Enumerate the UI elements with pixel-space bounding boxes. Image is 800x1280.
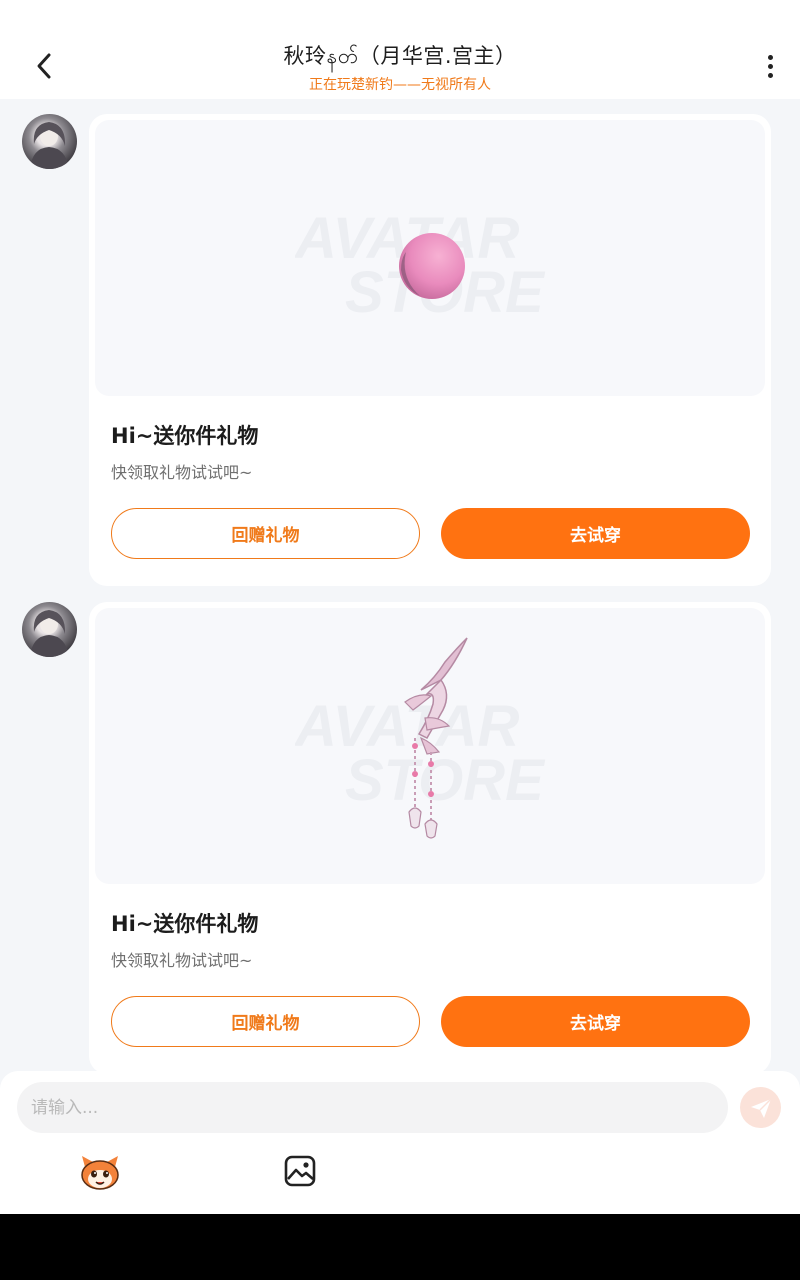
send-button[interactable] [740,1087,781,1128]
pink-sphere-icon [399,233,465,299]
gift-description: 快领取礼物试试吧~ [111,463,253,482]
gift-image[interactable]: AVATAR STORE [95,608,765,884]
avatar-image [30,610,69,657]
gift-description: 快领取礼物试试吧~ [111,951,253,970]
image-picker-button[interactable] [284,1155,316,1187]
gift-title: Hi~送你件礼物 [111,424,259,448]
more-vertical-icon [767,54,773,60]
gift-title: Hi~送你件礼物 [111,912,259,936]
gift-card: AVATAR STORE Hi~送你件礼物 快领取礼物试试 [89,114,771,586]
chat-status: 正在玩楚新钓——无视所有人 [309,77,491,93]
avatar-image [30,122,69,169]
chat-title: 秋玲နတ်（月华宫.宫主） [283,44,517,68]
gift-card: AVATAR STORE Hi~送你件礼物 快领取礼物试试吧~ 回赠礼物 去试穿 [89,602,771,1074]
paper-plane-icon [750,1097,772,1118]
message-input-bar [0,1071,800,1214]
try-on-button[interactable]: 去试穿 [441,996,750,1047]
return-gift-button[interactable]: 回赠礼物 [111,996,420,1047]
message-input[interactable] [17,1082,728,1133]
try-on-button[interactable]: 去试穿 [441,508,750,559]
return-gift-button[interactable]: 回赠礼物 [111,508,420,559]
gift-image[interactable]: AVATAR STORE [95,120,765,396]
chat-screen: 秋玲နတ်（月华宫.宫主） 正在玩楚新钓——无视所有人 AVATAR STORE [0,0,800,1214]
avatar[interactable] [22,602,77,657]
image-picker-icon [284,1155,316,1187]
mascot-emoji-icon [81,1156,119,1190]
avatar[interactable] [22,114,77,169]
emoji-button[interactable] [79,1153,121,1191]
chat-header: 秋玲နတ်（月华宫.宫主） 正在玩楚新钓——无视所有人 [0,0,800,99]
crystal-hairpin-icon [404,637,468,839]
more-options-button[interactable] [758,50,782,82]
